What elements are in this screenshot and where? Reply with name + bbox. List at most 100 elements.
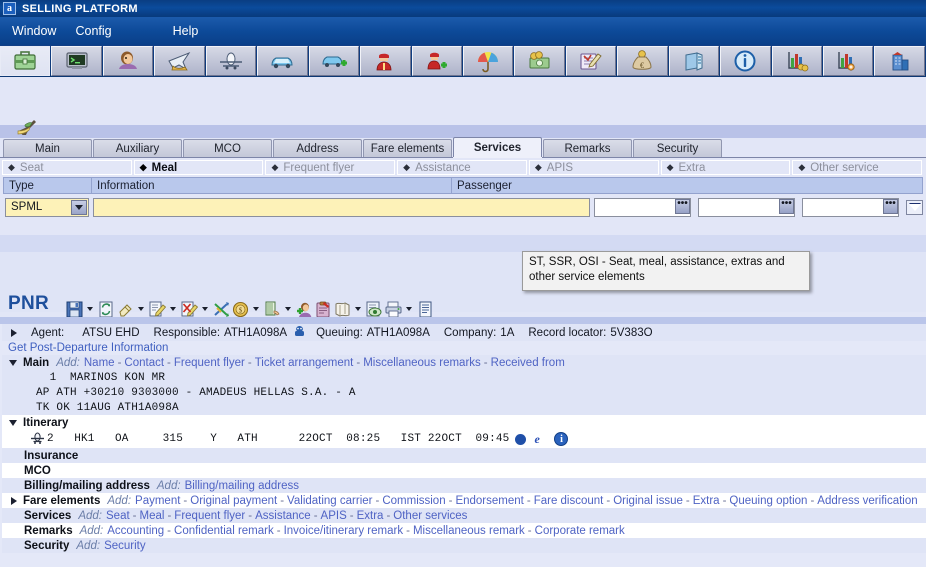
pnr-edit-button[interactable]	[149, 301, 166, 318]
passenger-browse-button-2[interactable]: •••	[779, 198, 794, 214]
toolbar-fares-button[interactable]	[514, 46, 565, 76]
link-fare-commission[interactable]: Commission	[382, 495, 445, 507]
tab-fare-elements[interactable]: Fare elements	[363, 139, 452, 157]
pnr-cancel-edit-button[interactable]	[181, 301, 198, 318]
link-services-apis[interactable]: APIS	[321, 510, 347, 522]
toolbar-terminal-button[interactable]	[51, 46, 102, 76]
expand-passengers-button[interactable]	[906, 199, 923, 215]
link-remarks-miscellaneous[interactable]: Miscellaneous remark	[413, 525, 525, 537]
link-main-misc-remarks[interactable]: Miscellaneous remarks	[363, 357, 481, 369]
link-remarks-accounting[interactable]: Accounting	[107, 525, 164, 537]
information-input[interactable]	[93, 197, 590, 217]
passenger-field-2[interactable]: •••	[698, 197, 795, 217]
menu-window[interactable]: Window	[5, 22, 63, 40]
pnr-itinerary-button[interactable]	[334, 301, 351, 318]
subtab-other-service[interactable]: ◆ Other service	[792, 160, 923, 175]
info-icon[interactable]: i	[554, 432, 569, 446]
pnr-pricing-button[interactable]: $	[232, 301, 249, 318]
link-main-ticket-arrangement[interactable]: Ticket arrangement	[255, 357, 354, 369]
history-dropdown-caret[interactable]	[285, 307, 291, 311]
toolbar-air-availability-button[interactable]	[205, 46, 257, 76]
toolbar-reports-add-button[interactable]	[823, 46, 874, 76]
toolbar-reports-button[interactable]	[771, 46, 822, 76]
subtab-frequent-flyer[interactable]: ◆ Frequent flyer	[265, 160, 396, 175]
subtab-extra[interactable]: ◆ Extra	[660, 160, 791, 175]
toolbar-briefcase-button[interactable]	[0, 46, 51, 76]
link-main-frequent-flyer[interactable]: Frequent flyer	[174, 357, 245, 369]
toolbar-ticket-button[interactable]	[565, 46, 617, 76]
post-departure-link[interactable]: Get Post-Departure Information	[2, 341, 926, 355]
tab-auxiliary[interactable]: Auxiliary	[93, 139, 182, 157]
cancel-edit-dropdown-caret[interactable]	[202, 307, 208, 311]
tab-mco[interactable]: MCO	[183, 139, 272, 157]
subtab-seat[interactable]: ◆ Seat	[2, 160, 132, 175]
toolbar-hotel-button[interactable]	[360, 46, 411, 76]
toolbar-customer-button[interactable]	[102, 46, 154, 76]
collapse-arrow-icon[interactable]	[9, 419, 17, 426]
link-remarks-invoice-itinerary[interactable]: Invoice/itinerary remark	[284, 525, 404, 537]
toolbar-file-button[interactable]	[668, 46, 720, 76]
pnr-erase-button[interactable]	[117, 301, 134, 318]
link-fare-original-issue[interactable]: Original issue	[613, 495, 683, 507]
link-fare-extra[interactable]: Extra	[693, 495, 720, 507]
link-services-meal[interactable]: Meal	[140, 510, 165, 522]
itinerary-dropdown-caret[interactable]	[355, 307, 361, 311]
link-main-name[interactable]: Name	[84, 357, 115, 369]
erase-dropdown-caret[interactable]	[138, 307, 144, 311]
passenger-browse-button-1[interactable]: •••	[675, 198, 690, 214]
toolbar-info-button[interactable]	[720, 46, 771, 76]
link-services-frequent-flyer[interactable]: Frequent flyer	[174, 510, 245, 522]
itinerary-segment-row[interactable]: 2 HK1 OA 315 Y ATH 22OCT 08:25 IST 22OCT…	[2, 430, 926, 448]
toolbar-car-button[interactable]	[257, 46, 308, 76]
pnr-split-button[interactable]	[213, 301, 230, 318]
print-dropdown-caret[interactable]	[406, 307, 412, 311]
passenger-browse-button-3[interactable]: •••	[883, 198, 898, 214]
e-ticket-icon[interactable]: e	[534, 433, 546, 445]
edit-dropdown-caret[interactable]	[170, 307, 176, 311]
tab-main[interactable]: Main	[3, 139, 92, 157]
pnr-clipboard-button[interactable]	[315, 301, 332, 318]
link-fare-validating-carrier[interactable]: Validating carrier	[287, 495, 372, 507]
pricing-dropdown-caret[interactable]	[253, 307, 259, 311]
passenger-field-1[interactable]: •••	[594, 197, 691, 217]
subtab-meal[interactable]: ◆ Meal	[133, 160, 264, 175]
menu-config[interactable]: Config	[68, 22, 118, 40]
link-main-contact[interactable]: Contact	[124, 357, 164, 369]
toolbar-hotel-add-button[interactable]	[411, 46, 462, 76]
link-security[interactable]: Security	[104, 540, 146, 552]
collapse-arrow-icon[interactable]	[9, 359, 17, 366]
pnr-save-button[interactable]	[66, 301, 83, 318]
link-fare-address-verification[interactable]: Address verification	[817, 495, 917, 507]
tab-remarks[interactable]: Remarks	[543, 139, 632, 157]
pnr-history-button[interactable]	[264, 301, 281, 318]
type-select[interactable]: SPML	[5, 197, 89, 217]
pnr-add-passenger-button[interactable]	[296, 301, 313, 318]
link-remarks-confidential[interactable]: Confidential remark	[174, 525, 274, 537]
chevron-down-icon[interactable]	[71, 199, 87, 215]
save-dropdown-caret[interactable]	[87, 307, 93, 311]
link-billing-address[interactable]: Billing/mailing address	[185, 480, 299, 492]
link-fare-queuing-option[interactable]: Queuing option	[729, 495, 807, 507]
tab-security[interactable]: Security	[633, 139, 722, 157]
link-fare-discount[interactable]: Fare discount	[534, 495, 604, 507]
link-services-other[interactable]: Other services	[393, 510, 467, 522]
passenger-field-3[interactable]: •••	[802, 197, 899, 217]
link-fare-payment[interactable]: Payment	[135, 495, 180, 507]
link-services-assistance[interactable]: Assistance	[255, 510, 311, 522]
seat-map-icon[interactable]	[515, 433, 527, 445]
pnr-print-button[interactable]	[385, 301, 402, 318]
pnr-list-button[interactable]	[417, 301, 434, 318]
link-main-received-from[interactable]: Received from	[491, 357, 565, 369]
toolbar-insurance-button[interactable]	[462, 46, 514, 76]
toolbar-car-add-button[interactable]	[308, 46, 360, 76]
link-remarks-corporate[interactable]: Corporate remark	[535, 525, 625, 537]
link-fare-original-payment[interactable]: Original payment	[190, 495, 277, 507]
tab-address[interactable]: Address	[273, 139, 362, 157]
subtab-apis[interactable]: ◆ APIS	[528, 160, 659, 175]
link-services-seat[interactable]: Seat	[106, 510, 130, 522]
link-fare-endorsement[interactable]: Endorsement	[455, 495, 523, 507]
tab-services[interactable]: Services	[453, 137, 542, 157]
link-services-extra[interactable]: Extra	[357, 510, 384, 522]
pnr-refresh-button[interactable]	[98, 301, 115, 318]
menu-help[interactable]: Help	[166, 22, 206, 40]
